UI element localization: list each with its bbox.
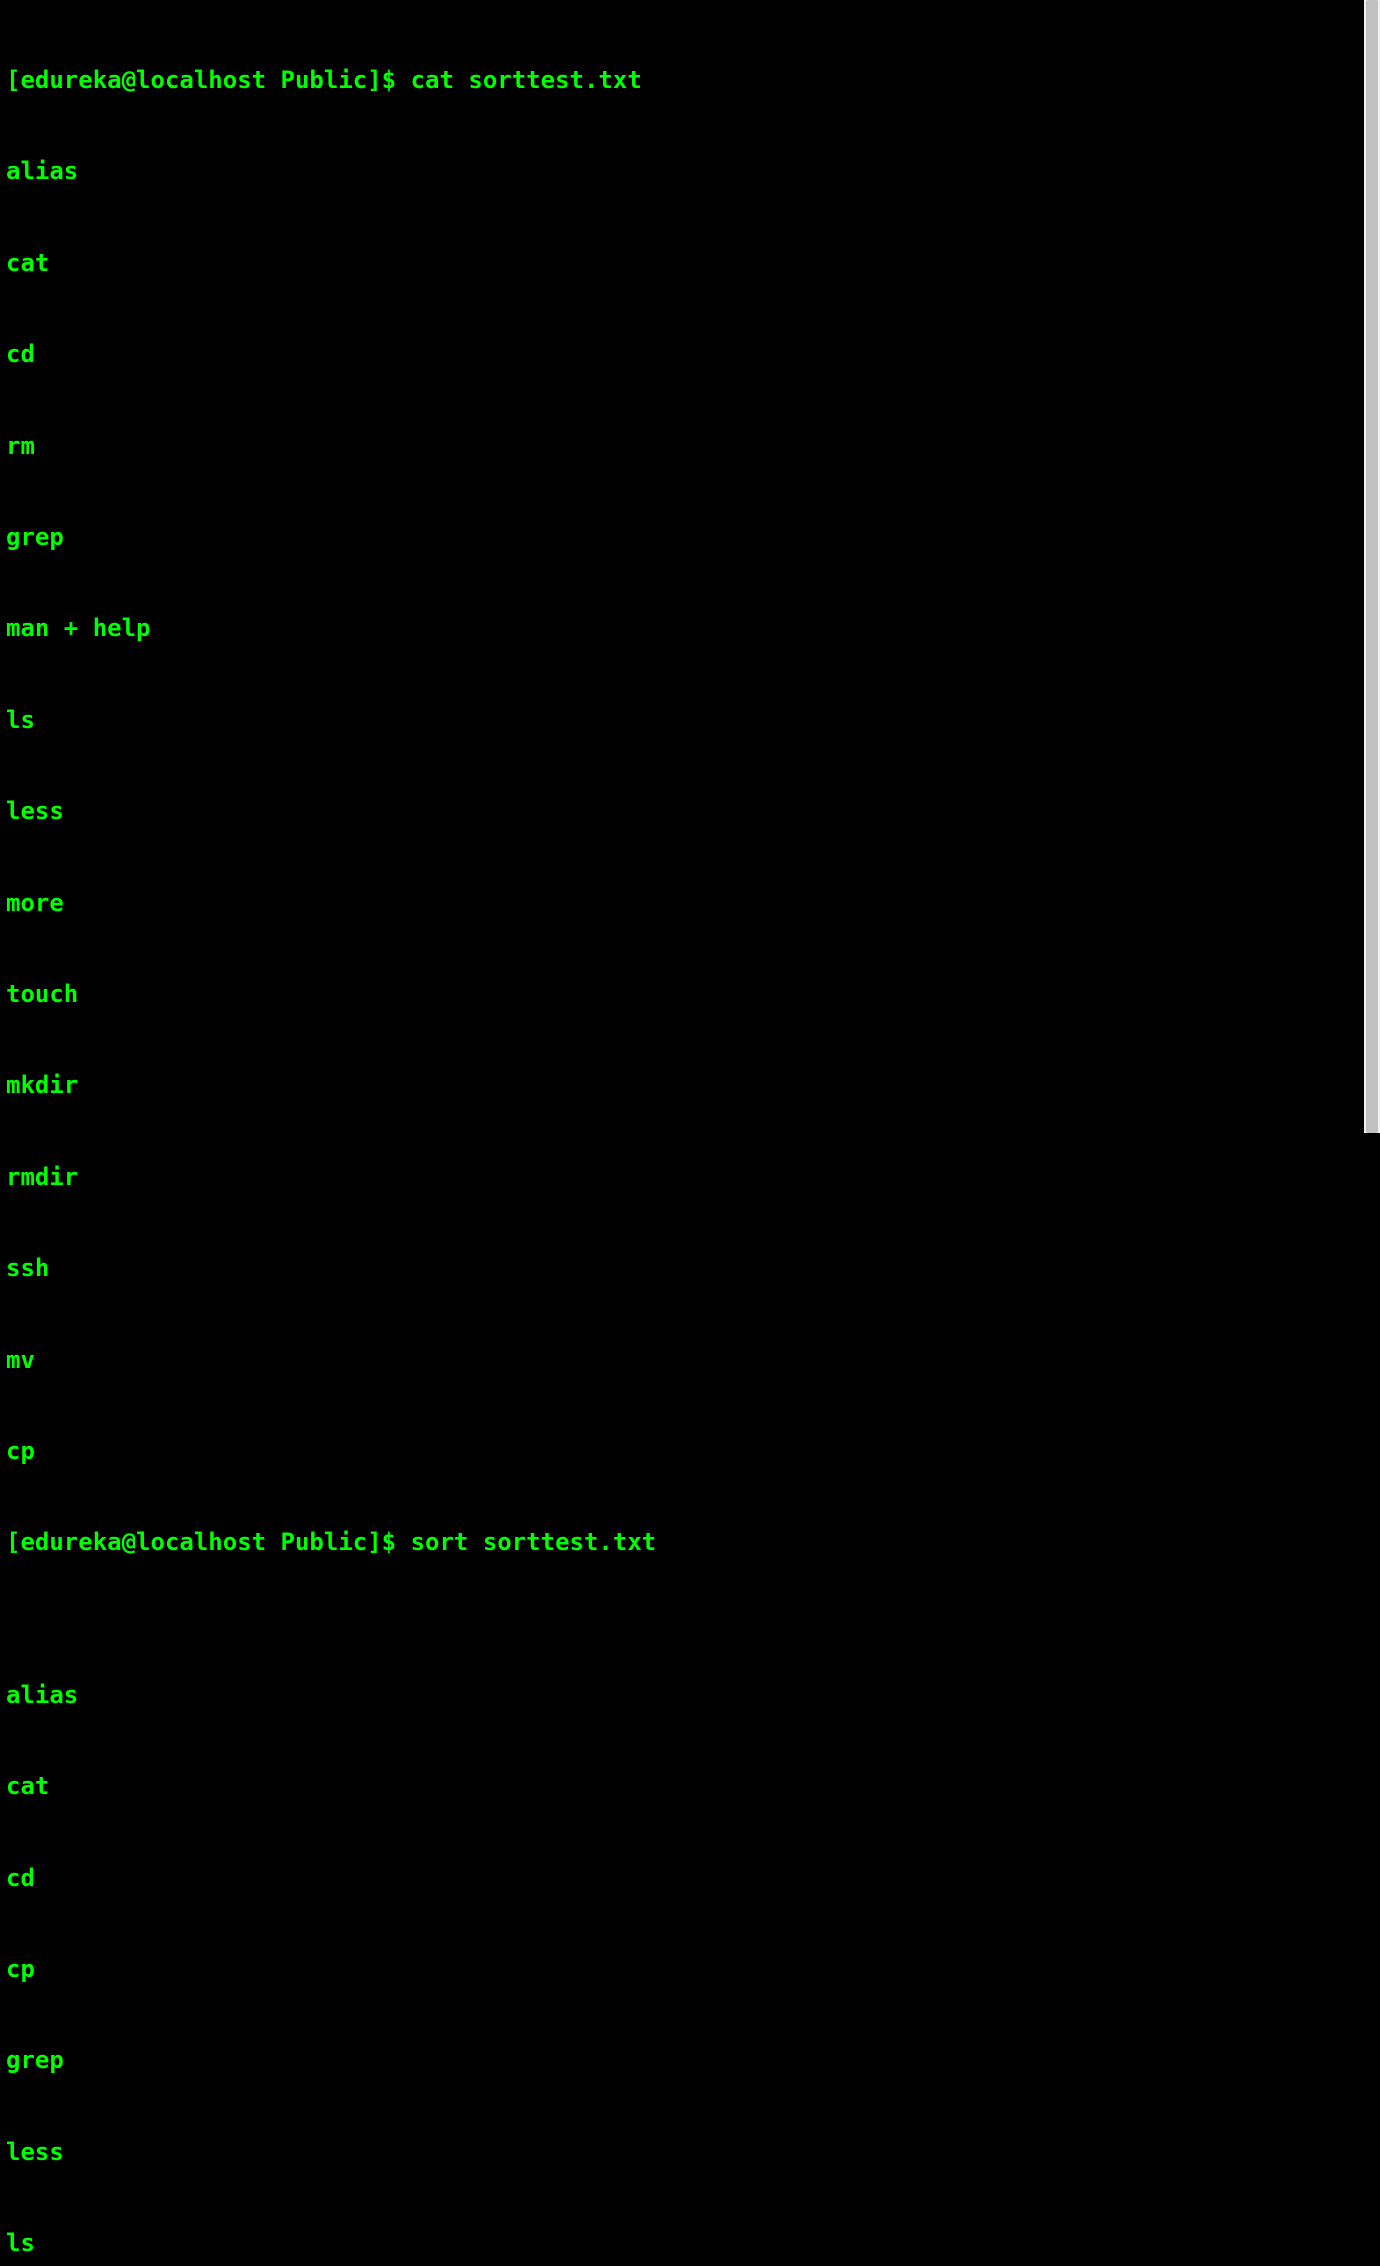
command-text: sort sorttest.txt bbox=[411, 1528, 657, 1556]
output-line: cat bbox=[6, 1771, 1380, 1801]
output-line: alias bbox=[6, 1680, 1380, 1710]
output-line: ls bbox=[6, 2228, 1380, 2258]
scrollbar-thumb[interactable] bbox=[1366, 0, 1378, 1133]
output-line: less bbox=[6, 2137, 1380, 2167]
terminal-output[interactable]: [edureka@localhost Public]$ cat sorttest… bbox=[6, 4, 1380, 2266]
prompt-prefix: [edureka@localhost Public]$ bbox=[6, 66, 411, 94]
output-line: cd bbox=[6, 339, 1380, 369]
output-line: touch bbox=[6, 979, 1380, 1009]
output-line: rm bbox=[6, 431, 1380, 461]
output-line: grep bbox=[6, 522, 1380, 552]
output-line: grep bbox=[6, 2045, 1380, 2075]
output-line: cd bbox=[6, 1863, 1380, 1893]
output-line: mv bbox=[6, 1345, 1380, 1375]
prompt-line-1: [edureka@localhost Public]$ cat sorttest… bbox=[6, 65, 1380, 95]
output-line: alias bbox=[6, 156, 1380, 186]
output-line: rmdir bbox=[6, 1162, 1380, 1192]
output-line: mkdir bbox=[6, 1070, 1380, 1100]
output-line: ssh bbox=[6, 1253, 1380, 1283]
output-line: more bbox=[6, 888, 1380, 918]
output-line: less bbox=[6, 796, 1380, 826]
output-line: cp bbox=[6, 1436, 1380, 1466]
output-line: ls bbox=[6, 705, 1380, 735]
output-line: man + help bbox=[6, 613, 1380, 643]
output-line: cat bbox=[6, 248, 1380, 278]
prompt-line-2: [edureka@localhost Public]$ sort sorttes… bbox=[6, 1527, 1380, 1557]
output-line: cp bbox=[6, 1954, 1380, 1984]
prompt-prefix: [edureka@localhost Public]$ bbox=[6, 1528, 411, 1556]
vertical-scrollbar[interactable] bbox=[1364, 0, 1380, 1133]
command-text: cat sorttest.txt bbox=[411, 66, 642, 94]
